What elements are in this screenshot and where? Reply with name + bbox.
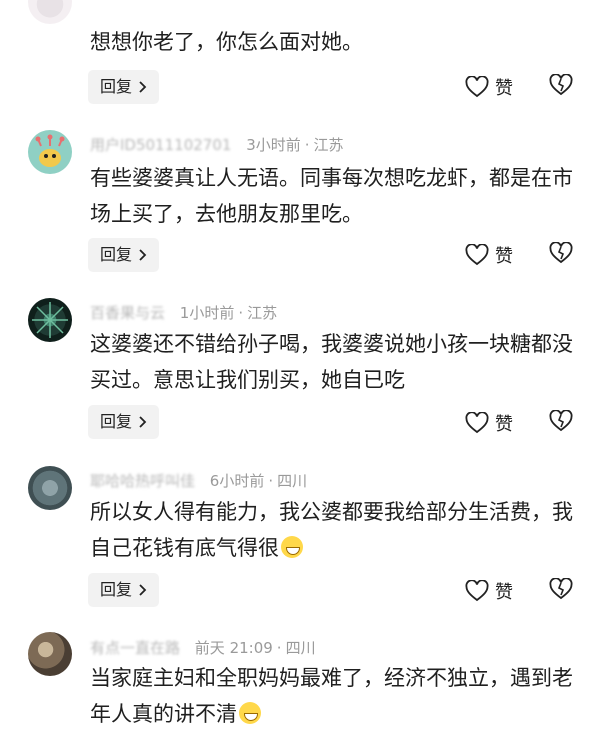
reply-button[interactable]: 回复 xyxy=(88,573,160,607)
reply-button[interactable]: 回复 xyxy=(88,405,160,439)
comment-time: 前天 21:09 xyxy=(194,639,273,657)
heart-icon xyxy=(465,244,489,266)
comment-time: 3小时前 xyxy=(246,136,301,154)
chevron-right-icon xyxy=(139,416,147,428)
broken-heart-icon xyxy=(549,409,573,432)
username[interactable]: 有点一直在路 xyxy=(90,639,180,657)
grin-emoji-icon xyxy=(281,536,303,558)
reply-button[interactable]: 回复 xyxy=(88,238,160,272)
broken-heart-icon xyxy=(549,577,573,600)
like-label: 赞 xyxy=(495,414,513,435)
like-button[interactable]: 赞 xyxy=(465,242,513,268)
dislike-button[interactable] xyxy=(548,241,574,268)
dislike-button[interactable] xyxy=(548,577,574,604)
heart-icon xyxy=(465,580,489,602)
reply-label: 回复 xyxy=(100,580,133,599)
username[interactable]: 耶哈哈热呼叫佳 xyxy=(90,472,195,490)
broken-heart-icon xyxy=(549,73,573,96)
like-label: 赞 xyxy=(495,582,513,603)
comment-text: 这婆婆还不错给孙子喝，我婆婆说她小孩一块糖都没买过。意思让我们别买，她自已吃 xyxy=(90,332,573,392)
username[interactable]: 百香果与云 xyxy=(90,304,165,322)
dislike-button[interactable] xyxy=(548,73,574,100)
heart-icon xyxy=(465,412,489,434)
avatar[interactable] xyxy=(28,466,72,510)
crying-emoji-icon xyxy=(239,702,261,724)
avatar[interactable] xyxy=(28,632,72,676)
like-button[interactable]: 赞 xyxy=(465,578,513,604)
comment-time: 1小时前 xyxy=(179,304,235,322)
comment-text-content: 所以女人得有能力，我公婆都要我给部分生活费，我自己花钱有底气得很 xyxy=(90,500,573,560)
comment-text: 当家庭主妇和全职妈妈最难了，经济不独立，遇到老年人真的讲不清 xyxy=(90,660,580,732)
broken-heart-icon xyxy=(549,241,573,264)
comment-location: 江苏 xyxy=(313,136,344,154)
comment-time: 6小时前 xyxy=(209,472,265,490)
avatar[interactable] xyxy=(28,0,72,24)
like-button[interactable]: 赞 xyxy=(465,410,513,436)
comment-location: 四川 xyxy=(285,639,316,657)
comment-location: 四川 xyxy=(277,472,308,490)
comment-text: 想想你老了，你怎么面对她。 xyxy=(90,30,363,54)
like-label: 赞 xyxy=(495,246,513,267)
like-label: 赞 xyxy=(495,78,513,99)
comment-text-content: 当家庭主妇和全职妈妈最难了，经济不独立，遇到老年人真的讲不清 xyxy=(90,666,573,726)
comment-meta: 百香果与云 1小时前 · 江苏 xyxy=(90,304,278,322)
comment-meta: 用户ID5011102701 3小时前 · 江苏 xyxy=(90,136,344,154)
heart-icon xyxy=(465,76,489,98)
comment-location: 江苏 xyxy=(247,304,278,322)
reply-label: 回复 xyxy=(100,245,133,264)
comment-meta: 耶哈哈热呼叫佳 6小时前 · 四川 xyxy=(90,472,308,490)
chevron-right-icon xyxy=(139,249,147,261)
username[interactable]: 用户ID5011102701 xyxy=(90,136,231,154)
chevron-right-icon xyxy=(139,584,147,596)
comment-meta: 有点一直在路 前天 21:09 · 四川 xyxy=(90,639,316,657)
chevron-right-icon xyxy=(139,81,147,93)
avatar[interactable] xyxy=(28,130,72,174)
reply-label: 回复 xyxy=(100,412,133,431)
comment-text: 有些婆婆真让人无语。同事每次想吃龙虾，都是在市场上买了，去他朋友那里吃。 xyxy=(90,166,573,226)
dislike-button[interactable] xyxy=(548,409,574,436)
avatar[interactable] xyxy=(28,298,72,342)
like-button[interactable]: 赞 xyxy=(465,74,513,100)
reply-button[interactable]: 回复 xyxy=(88,70,160,104)
reply-label: 回复 xyxy=(100,77,133,96)
comment-text: 所以女人得有能力，我公婆都要我给部分生活费，我自己花钱有底气得很 xyxy=(90,494,580,566)
